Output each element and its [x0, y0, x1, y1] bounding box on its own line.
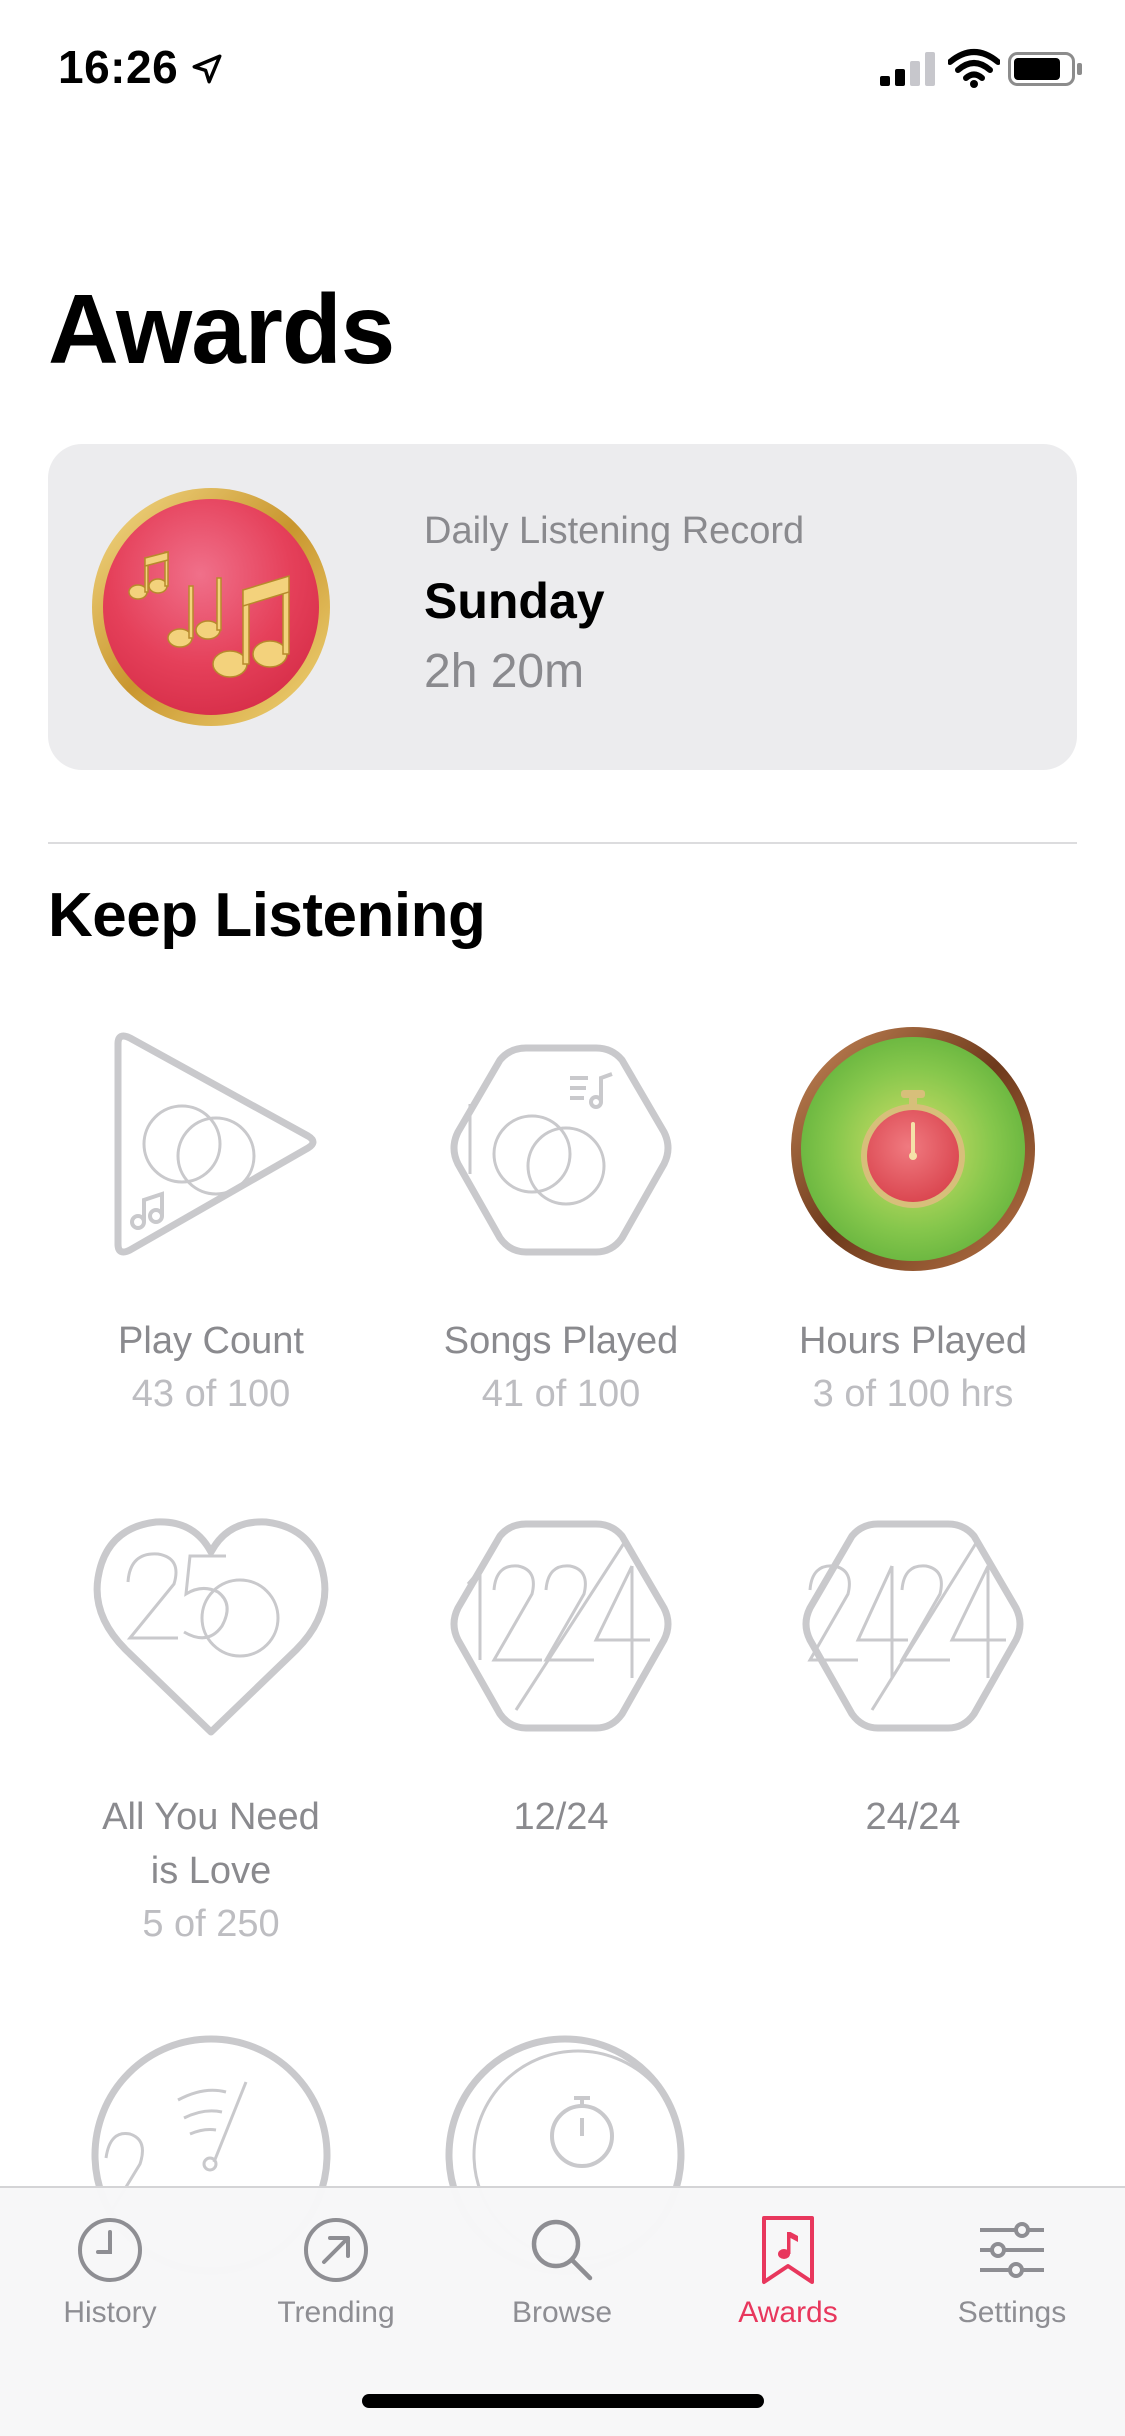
battery-icon — [1008, 52, 1082, 86]
tab-awards[interactable]: Awards — [688, 2214, 888, 2330]
tab-label: History — [63, 2296, 157, 2329]
award-songs-played[interactable]: Songs Played 41 of 100 — [386, 1024, 736, 1420]
sliders-icon — [980, 2222, 1044, 2278]
award-12-24[interactable]: 12/24 — [386, 1500, 736, 1844]
award-progress: 41 of 100 — [481, 1373, 641, 1415]
play-count-badge-icon — [114, 1032, 317, 1256]
award-label: All You Need — [102, 1796, 320, 1838]
tab-history[interactable]: History — [10, 2214, 210, 2330]
divider — [48, 842, 1077, 844]
award-hours-played[interactable]: Hours Played 3 of 100 hrs — [738, 1024, 1088, 1420]
home-indicator[interactable] — [362, 2394, 764, 2408]
trending-arrow-icon — [304, 2218, 368, 2282]
award-progress: 3 of 100 hrs — [812, 1373, 1014, 1415]
12-24-badge-icon — [450, 1520, 672, 1732]
heart-250-badge-icon — [93, 1518, 329, 1736]
tab-settings[interactable]: Settings — [912, 2214, 1112, 2330]
award-label: 12/24 — [513, 1796, 609, 1838]
music-notes-medal-icon — [92, 488, 330, 726]
status-bar: 16:26 — [0, 0, 1125, 132]
award-all-you-need-is-love[interactable]: All You Need is Love 5 of 250 — [36, 1500, 386, 1950]
award-label-line2: is Love — [150, 1850, 272, 1892]
tab-trending[interactable]: Trending — [236, 2214, 436, 2330]
status-time: 16:26 — [58, 41, 179, 93]
wifi-icon — [948, 49, 1000, 88]
search-icon — [531, 2219, 593, 2281]
award-label: Songs Played — [443, 1320, 679, 1362]
record-kicker: Daily Listening Record — [424, 510, 805, 552]
award-label: 24/24 — [865, 1796, 961, 1838]
clock-icon — [78, 2218, 142, 2282]
bookmark-music-icon — [762, 2216, 814, 2284]
record-day: Sunday — [424, 573, 605, 629]
award-label: Hours Played — [798, 1320, 1028, 1362]
record-value: 2h 20m — [424, 645, 585, 698]
award-play-count[interactable]: Play Count 43 of 100 — [36, 1024, 386, 1420]
award-label: Play Count — [118, 1320, 304, 1362]
location-arrow-icon — [192, 54, 222, 84]
award-progress: 5 of 250 — [142, 1903, 280, 1945]
tab-label: Awards — [738, 2296, 838, 2329]
tab-label: Settings — [957, 2296, 1067, 2329]
tab-bar: History Trending Browse Awards Settings — [0, 2186, 1125, 2436]
page-title: Awards — [48, 274, 395, 384]
tab-label: Browse — [511, 2296, 613, 2329]
24-24-badge-icon — [802, 1520, 1024, 1732]
section-title: Keep Listening — [48, 881, 486, 950]
award-24-24[interactable]: 24/24 — [738, 1500, 1088, 1844]
daily-listening-record-card[interactable]: Daily Listening Record Sunday 2h 20m — [48, 444, 1077, 770]
hours-played-medal-icon — [791, 1027, 1035, 1271]
tab-label: Trending — [277, 2296, 395, 2329]
awards-screen: 16:26 Awards Daily Listening Record Sund… — [0, 0, 1125, 2436]
award-progress: 43 of 100 — [131, 1373, 291, 1415]
songs-played-badge-icon — [450, 1044, 672, 1256]
cellular-signal-icon — [880, 52, 935, 86]
tab-browse[interactable]: Browse — [462, 2214, 662, 2330]
